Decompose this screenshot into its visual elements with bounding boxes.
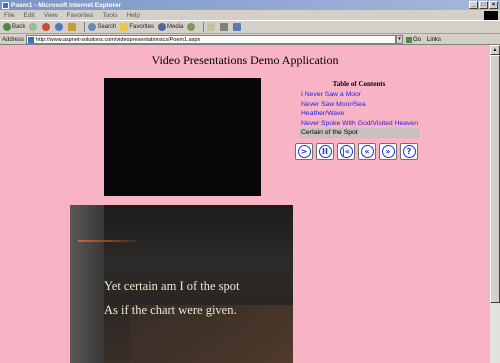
back-button[interactable]: Back [3,23,25,31]
menu-favorites[interactable]: Favorites [67,12,94,19]
first-button[interactable]: |« [337,143,355,160]
window-title: Poem1 - Microsoft Internet Explorer [11,1,122,9]
video-player-small[interactable] [104,78,261,196]
close-button[interactable]: × [489,1,498,9]
rewind-icon: « [360,145,374,158]
maximize-button[interactable]: □ [479,1,488,9]
play-button[interactable]: > [295,143,313,160]
address-bar: Address http://www.aspnet-solutions.com/… [0,35,500,45]
scroll-thumb[interactable] [490,55,500,303]
favorites-icon [120,23,129,31]
ie-page-icon [2,1,9,9]
toolbar-separator [84,22,86,32]
menu-edit[interactable]: Edit [23,12,34,19]
back-arrow-icon [3,23,11,31]
menu-help[interactable]: Help [127,12,140,19]
pause-icon: II [318,145,332,158]
edit-button[interactable] [233,23,242,31]
previous-button[interactable]: « [358,143,376,160]
address-label: Address [2,36,25,43]
address-dropdown-button[interactable]: ▾ [396,35,404,44]
search-icon [88,23,97,31]
print-icon [220,23,229,31]
go-label: Go [413,36,422,43]
refresh-button[interactable] [55,23,64,31]
menu-tools[interactable]: Tools [102,12,117,19]
toc-item-never-saw-moor[interactable]: I Never Saw a Moor [299,90,419,100]
play-icon: > [297,145,311,158]
toc-item-spoke-with-god[interactable]: Never Spoke With God/Visited Heaven [299,119,419,129]
table-of-contents: Table of Contents I Never Saw a Moor Nev… [299,80,419,138]
video-streak [78,240,136,242]
media-button[interactable]: Media [158,23,183,31]
help-button[interactable]: ? [400,143,418,160]
playback-controls: > II |« « » ? [295,143,418,160]
back-label: Back [12,24,26,30]
go-button[interactable]: Go [406,36,422,43]
forward-button[interactable] [29,23,38,31]
scroll-up-icon[interactable]: ▲ [490,45,500,55]
skip-to-start-icon: |« [339,145,353,158]
menu-view[interactable]: View [44,12,58,19]
help-icon: ? [402,145,416,158]
toc-item-moor-sea[interactable]: Never Saw Moor/Sea [299,100,419,110]
window-title-bar: Poem1 - Microsoft Internet Explorer _ □ … [0,0,500,10]
minimize-button[interactable]: _ [469,1,478,9]
video-player-main[interactable]: Yet certain am I of the spot As if the c… [70,205,293,363]
home-icon [68,23,77,31]
menu-bar: File Edit View Favorites Tools Help [0,10,500,21]
poem-line-2: As if the chart were given. [104,303,237,317]
page-title: Video Presentations Demo Application [151,53,339,67]
address-input[interactable]: http://www.aspnet-solutions.com/videopre… [26,35,397,44]
favorites-button[interactable]: Favorites [120,23,154,31]
vertical-scrollbar[interactable]: ▲ [490,45,500,363]
favorites-label: Favorites [129,24,155,30]
address-url: http://www.aspnet-solutions.com/videopre… [36,36,201,43]
media-label: Media [167,24,184,30]
mail-icon [207,23,216,31]
page-icon [28,36,35,43]
poem-line-1: Yet certain am I of the spot [104,279,240,293]
links-button[interactable]: Links [427,37,441,43]
toolbar-separator [203,22,205,32]
search-button[interactable]: Search [88,23,116,31]
forward-arrow-icon [29,23,38,31]
toc-title: Table of Contents [332,80,386,88]
menu-file[interactable]: File [4,12,14,19]
home-button[interactable] [68,23,77,31]
mail-button[interactable] [207,23,216,31]
web-page: Video Presentations Demo Application Tab… [0,45,490,363]
windows-logo-icon [484,10,498,20]
toc-item-certain-spot[interactable]: Certain of the Spot [299,128,419,138]
toc-item-heather-wave[interactable]: Heather/Wave [299,109,419,119]
refresh-icon [55,23,64,31]
history-icon [187,23,196,31]
go-arrow-icon [406,36,413,43]
media-icon [158,23,167,31]
print-button[interactable] [220,23,229,31]
stop-button[interactable] [42,23,51,31]
history-button[interactable] [187,23,196,31]
stop-icon [42,23,51,31]
edit-icon [233,23,242,31]
search-label: Search [97,24,117,30]
video-light-area [70,205,104,363]
fast-forward-icon: » [381,145,395,158]
standard-toolbar: Back Search Favorites Media [0,21,500,34]
next-button[interactable]: » [379,143,397,160]
pause-button[interactable]: II [316,143,334,160]
